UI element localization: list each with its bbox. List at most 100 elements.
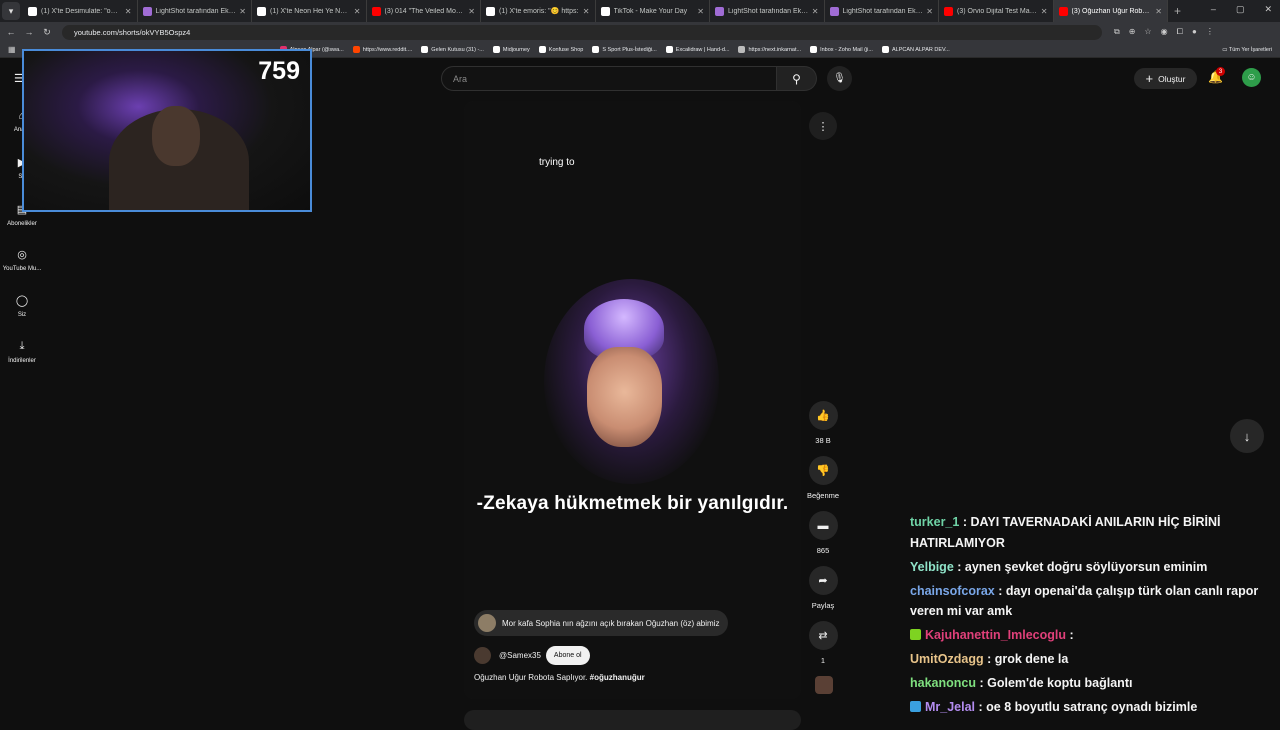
- tab-close-icon[interactable]: ✕: [926, 7, 933, 16]
- install-icon[interactable]: ⧉: [1114, 27, 1120, 37]
- webcam-overlay: 759: [22, 49, 312, 212]
- sidebar-item-downloads[interactable]: ⤓ İndirilenler: [0, 340, 44, 364]
- browser-tab[interactable]: (3) Orvio Dijital Test Makinesi✕: [939, 0, 1054, 22]
- browser-tab[interactable]: LightShot tarafından Ekran Gö✕: [710, 0, 825, 22]
- bookmark-label: https://next.inkarnat...: [748, 46, 802, 53]
- video-subtitle: -Zekaya hükmetmek bir yanılgıdır.: [476, 493, 789, 514]
- tab-close-icon[interactable]: ✕: [1041, 7, 1048, 16]
- remix-button[interactable]: ⇄: [808, 621, 838, 650]
- bookmark-label: Excalidraw | Hand-d...: [675, 46, 730, 53]
- bookmark-favicon-icon: [538, 46, 546, 53]
- browser-tab[interactable]: LightShot tarafından Ekran Gö✕: [138, 0, 252, 22]
- chat-username: Mr_Jelal: [925, 700, 976, 714]
- browser-tab[interactable]: (1) X'te Desimulate: "omw fr" ✕: [23, 0, 138, 22]
- comment-count: 865: [816, 546, 830, 555]
- browser-menu-icon[interactable]: ⋮: [1206, 27, 1214, 37]
- url-field[interactable]: youtube.com/shorts/okVYB5Ospz4: [62, 24, 1102, 40]
- shorts-player[interactable]: trying to -Zekaya hükmetmek bir yanılgıd…: [464, 101, 801, 699]
- sidebar-item-label: YouTube Mu...: [2, 266, 42, 272]
- bookmark-item[interactable]: Inbox - Zoho Mail (ji...: [810, 46, 873, 53]
- like-count: 38 B: [815, 436, 831, 445]
- tab-close-icon[interactable]: ✕: [125, 7, 132, 16]
- robot-image: [544, 279, 719, 484]
- comments-action: ▬ 865: [806, 511, 840, 555]
- new-tab-icon[interactable]: +: [1174, 4, 1181, 18]
- next-video-button[interactable]: ↓: [1230, 419, 1264, 453]
- tab-close-icon[interactable]: ✕: [239, 7, 246, 16]
- close-window-icon[interactable]: ✕: [1264, 4, 1272, 15]
- sidebar-item-label: İndirilenler: [8, 358, 36, 364]
- extension-icon[interactable]: ◉: [1161, 27, 1168, 37]
- next-short-preview[interactable]: [464, 710, 801, 730]
- bookmark-favicon-icon: [592, 46, 600, 53]
- bookmark-item[interactable]: https://next.inkarnat...: [738, 46, 801, 53]
- search-input[interactable]: Ara: [441, 66, 777, 91]
- address-bar-actions: ⧉ ⊕ ☆ ◉ ⧠ ● ⋮: [1114, 27, 1214, 37]
- browser-tab[interactable]: (3) 014 "The Veiled Monolith"✕: [367, 0, 481, 22]
- tab-title: LightShot tarafından Ekran Gö: [155, 7, 237, 15]
- channel-avatar[interactable]: [474, 647, 491, 664]
- comments-button[interactable]: ▬: [808, 511, 838, 540]
- chat-message: UmitOzdagg : grok dene la: [910, 649, 1275, 670]
- notifications-button[interactable]: 🔔 3: [1208, 67, 1225, 84]
- tab-close-icon[interactable]: ✕: [1155, 7, 1162, 16]
- all-bookmarks[interactable]: ▭ Tüm Yer İşaretleri: [1222, 47, 1272, 53]
- voice-search-button[interactable]: 🎙: [827, 66, 852, 91]
- browser-tab[interactable]: (3) Oğuzhan Uğur Robota Sap✕: [1053, 0, 1168, 22]
- more-options-button[interactable]: ⋮: [809, 112, 837, 140]
- sidebar-item-youtube-music[interactable]: ◎ YouTube Mu...: [0, 248, 44, 272]
- maximize-icon[interactable]: ▢: [1236, 4, 1245, 15]
- share-button[interactable]: ➦: [808, 566, 838, 595]
- bookmark-item[interactable]: Midjourney: [492, 46, 530, 53]
- hashtag-link[interactable]: #oğuzhanuğur: [590, 673, 645, 682]
- forward-icon[interactable]: →: [22, 27, 36, 37]
- search-placeholder: Ara: [453, 73, 468, 84]
- sound-thumbnail[interactable]: [815, 676, 833, 694]
- related-video-pill[interactable]: Mor kafa Sophia nın ağzını açık bırakan …: [474, 610, 729, 636]
- chat-text: : aynen şevket doğru söylüyorsun eminim: [953, 559, 1208, 574]
- browser-tab[interactable]: (1) X'te emoris: "😊 https: ✕: [481, 0, 596, 22]
- bookmark-favicon-icon: [421, 46, 429, 53]
- like-button[interactable]: 👍: [808, 401, 838, 430]
- zoom-icon[interactable]: ⊕: [1129, 27, 1136, 37]
- reload-icon[interactable]: ↻: [40, 27, 54, 38]
- tab-close-icon[interactable]: ✕: [697, 7, 704, 16]
- bookmark-item[interactable]: Excalidraw | Hand-d...: [665, 46, 730, 53]
- sidebar-item-you[interactable]: ◯ Siz: [0, 294, 44, 318]
- bookmark-list: Alpcan Alpar (@swa... https://www.reddit.…: [279, 46, 959, 53]
- bookmark-favicon-icon: [881, 46, 889, 53]
- create-button[interactable]: + Oluştur: [1134, 68, 1197, 89]
- profile-icon[interactable]: ●: [1192, 27, 1197, 37]
- browser-tab[interactable]: TikTok - Make Your Day ✕: [596, 0, 710, 22]
- bookmark-star-icon[interactable]: ☆: [1144, 27, 1151, 37]
- related-video-title: Mor kafa Sophia nın ağzını açık bırakan …: [502, 618, 720, 628]
- bookmark-item[interactable]: Gelen Kutusu (31) -...: [421, 46, 484, 53]
- avatar[interactable]: ☺: [1242, 68, 1261, 87]
- tab-close-icon[interactable]: ✕: [354, 7, 361, 16]
- tab-close-icon[interactable]: ✕: [468, 7, 475, 16]
- tab-title: (1) X'te Desimulate: "omw fr": [41, 7, 122, 15]
- bookmark-item[interactable]: S Sport Plus-İstediği...: [592, 46, 657, 53]
- more-vertical-icon: ⋮: [817, 120, 829, 133]
- dislike-button[interactable]: 👎: [808, 456, 838, 485]
- bookmark-item[interactable]: https://www.reddit....: [352, 46, 413, 53]
- subscribe-button[interactable]: Abone ol: [545, 646, 590, 665]
- bookmark-item[interactable]: ALPCAN ALPAR DEV...: [881, 46, 950, 53]
- bookmark-favicon-icon: [738, 46, 746, 53]
- bookmark-label: https://www.reddit....: [362, 46, 413, 53]
- plus-icon: +: [1145, 71, 1154, 86]
- back-icon[interactable]: ←: [4, 27, 18, 37]
- video-description[interactable]: Oğuzhan Uğur Robota Saplıyor. #oğuzhanuğ…: [474, 673, 645, 682]
- browser-tab[interactable]: (1) X'te Neon Hei Ye Neon " ✕: [252, 0, 367, 22]
- tab-close-icon[interactable]: ✕: [812, 7, 819, 16]
- channel-name[interactable]: @Samex35: [499, 651, 541, 660]
- tab-close-icon[interactable]: ✕: [583, 7, 590, 16]
- extensions-puzzle-icon[interactable]: ⧠: [1177, 27, 1183, 37]
- browser-tab[interactable]: LightShot tarafından Ekran Gö✕: [825, 0, 939, 22]
- remix-icon: ⇄: [818, 630, 828, 642]
- minimize-icon[interactable]: –: [1211, 4, 1216, 15]
- apps-grid-icon[interactable]: ▦: [8, 45, 16, 54]
- tab-search-icon[interactable]: ▾: [2, 2, 20, 20]
- bookmark-item[interactable]: Konfuse Shop: [538, 46, 583, 53]
- search-button[interactable]: ⚲: [777, 66, 817, 91]
